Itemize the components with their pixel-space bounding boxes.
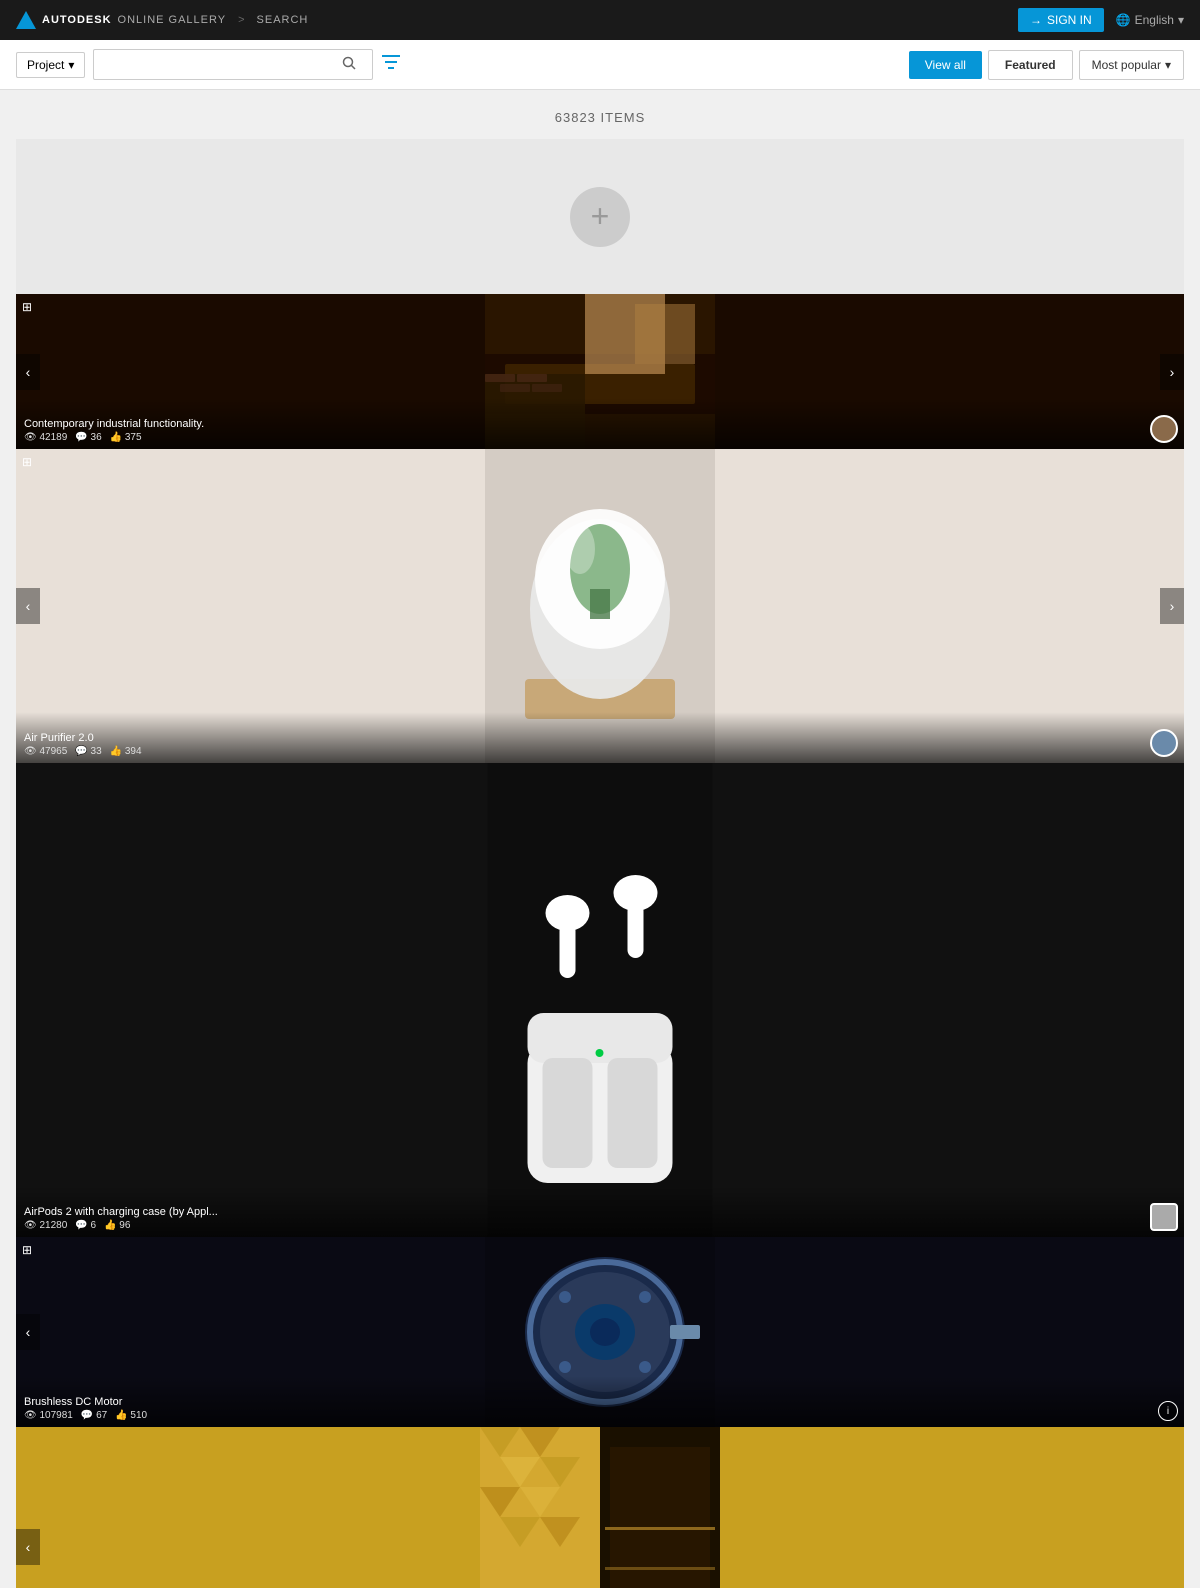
views-air-purifier: 👁 47965: [24, 746, 67, 757]
toolbar: Project ▾ View all Featured Most popular: [0, 40, 1200, 90]
likes-brushless: 👍 510: [115, 1410, 147, 1421]
gallery-grid: + ‹ › ⊞ Contemporary industrial function…: [0, 139, 1200, 1588]
views-brushless: 👁 107981: [24, 1410, 73, 1421]
likes-contemporary: 👍 375: [110, 432, 142, 443]
search-breadcrumb: SEARCH: [257, 14, 309, 26]
search-input[interactable]: [94, 52, 334, 78]
gallery-label: ONLINE GALLERY: [118, 14, 227, 26]
views-contemporary: 👁 42189: [24, 432, 67, 443]
globe-icon: 🌐: [1116, 13, 1131, 27]
search-box: [93, 49, 373, 80]
item-title-air-purifier: Air Purifier 2.0: [24, 732, 1176, 744]
prev-arrow-educational[interactable]: ‹: [16, 1529, 40, 1565]
likes-airpods: 👍 96: [104, 1220, 130, 1231]
bookmark-icon-contemporary: ⊞: [22, 300, 32, 314]
toolbar-left: Project ▾: [16, 49, 901, 80]
add-new-item[interactable]: +: [16, 139, 1184, 294]
most-popular-button[interactable]: Most popular ▾: [1079, 50, 1184, 80]
sign-in-label: SIGN IN: [1047, 13, 1092, 27]
filter-button[interactable]: [381, 53, 401, 76]
project-filter-button[interactable]: Project ▾: [16, 52, 85, 78]
likes-air-purifier: 👍 394: [110, 746, 142, 757]
item-stats-contemporary: 👁 42189 💬 36 👍 375: [24, 432, 1176, 443]
item-overlay-air-purifier: Air Purifier 2.0 👁 47965 💬 33 👍 394: [16, 712, 1184, 763]
next-arrow-contemporary[interactable]: ›: [1160, 354, 1184, 390]
educational-image: [16, 1427, 1184, 1588]
gallery-item-educational[interactable]: ‹ Educational Building, Interior 👁 12998…: [16, 1427, 1184, 1588]
project-label: Project: [27, 58, 64, 72]
item-title-airpods: AirPods 2 with charging case (by Appl...: [24, 1206, 1176, 1218]
info-button-brushless[interactable]: i: [1158, 1401, 1178, 1421]
featured-button[interactable]: Featured: [988, 50, 1073, 80]
item-stats-brushless: 👁 107981 💬 67 👍 510: [24, 1410, 1176, 1421]
avatar-airpods: [1150, 1203, 1178, 1231]
airpods-image: [16, 763, 1184, 1237]
most-popular-label: Most popular: [1092, 58, 1161, 72]
gallery-item-contemporary[interactable]: ‹ › ⊞ Contemporary industrial functional…: [16, 294, 1184, 449]
gallery-item-air-purifier[interactable]: ‹ › ⊞ Air Purifier 2.0 👁 47965 💬 33 👍 39…: [16, 449, 1184, 763]
autodesk-logo-icon: [16, 11, 36, 29]
avatar-contemporary: [1150, 415, 1178, 443]
gallery-item-brushless[interactable]: ‹ ⊞ Brushless DC Motor 👁 107981 💬 67 👍 5…: [16, 1237, 1184, 1427]
bookmark-icon-brushless: ⊞: [22, 1243, 32, 1257]
sign-in-icon: →: [1030, 13, 1042, 27]
comments-brushless: 💬 67: [81, 1410, 107, 1421]
item-overlay-brushless: Brushless DC Motor 👁 107981 💬 67 👍 510: [16, 1376, 1184, 1427]
toolbar-right: View all Featured Most popular ▾: [909, 50, 1184, 80]
breadcrumb-separator: >: [238, 14, 244, 26]
item-title-contemporary: Contemporary industrial functionality.: [24, 418, 1176, 430]
item-stats-airpods: 👁 21280 💬 6 👍 96: [24, 1220, 1176, 1231]
header-right: → SIGN IN 🌐 English ▾: [1018, 8, 1184, 32]
comments-contemporary: 💬 36: [75, 432, 101, 443]
chevron-down-icon: ▾: [68, 58, 74, 72]
prev-arrow-brushless[interactable]: ‹: [16, 1314, 40, 1350]
views-airpods: 👁 21280: [24, 1220, 67, 1231]
search-icon: [342, 56, 356, 70]
prev-arrow-air-purifier[interactable]: ‹: [16, 588, 40, 624]
autodesk-logo-text: AUTODESK: [42, 14, 112, 26]
bookmark-icon-air-purifier: ⊞: [22, 455, 32, 469]
next-arrow-air-purifier[interactable]: ›: [1160, 588, 1184, 624]
filter-icon: [381, 53, 401, 71]
logo-area: AUTODESK ONLINE GALLERY: [16, 11, 226, 29]
language-label: English: [1135, 13, 1174, 27]
item-overlay-airpods: AirPods 2 with charging case (by Appl...…: [16, 1186, 1184, 1237]
sign-in-button[interactable]: → SIGN IN: [1018, 8, 1104, 32]
item-stats-air-purifier: 👁 47965 💬 33 👍 394: [24, 746, 1176, 757]
chevron-down-icon: ▾: [1165, 58, 1171, 72]
add-circle-icon: +: [570, 187, 630, 247]
chevron-down-icon: ▾: [1178, 13, 1184, 27]
item-title-brushless: Brushless DC Motor: [24, 1396, 1176, 1408]
language-button[interactable]: 🌐 English ▾: [1116, 13, 1184, 27]
site-header: AUTODESK ONLINE GALLERY > SEARCH → SIGN …: [0, 0, 1200, 40]
avatar-air-purifier: [1150, 729, 1178, 757]
view-all-button[interactable]: View all: [909, 51, 982, 79]
header-left: AUTODESK ONLINE GALLERY > SEARCH: [16, 11, 308, 29]
comments-airpods: 💬 6: [75, 1220, 96, 1231]
comments-air-purifier: 💬 33: [75, 746, 101, 757]
gallery-item-airpods[interactable]: AirPods 2 with charging case (by Appl...…: [16, 763, 1184, 1237]
item-overlay-contemporary: Contemporary industrial functionality. 👁…: [16, 398, 1184, 449]
items-count: 63823 ITEMS: [0, 90, 1200, 139]
search-button[interactable]: [334, 50, 364, 79]
prev-arrow-contemporary[interactable]: ‹: [16, 354, 40, 390]
